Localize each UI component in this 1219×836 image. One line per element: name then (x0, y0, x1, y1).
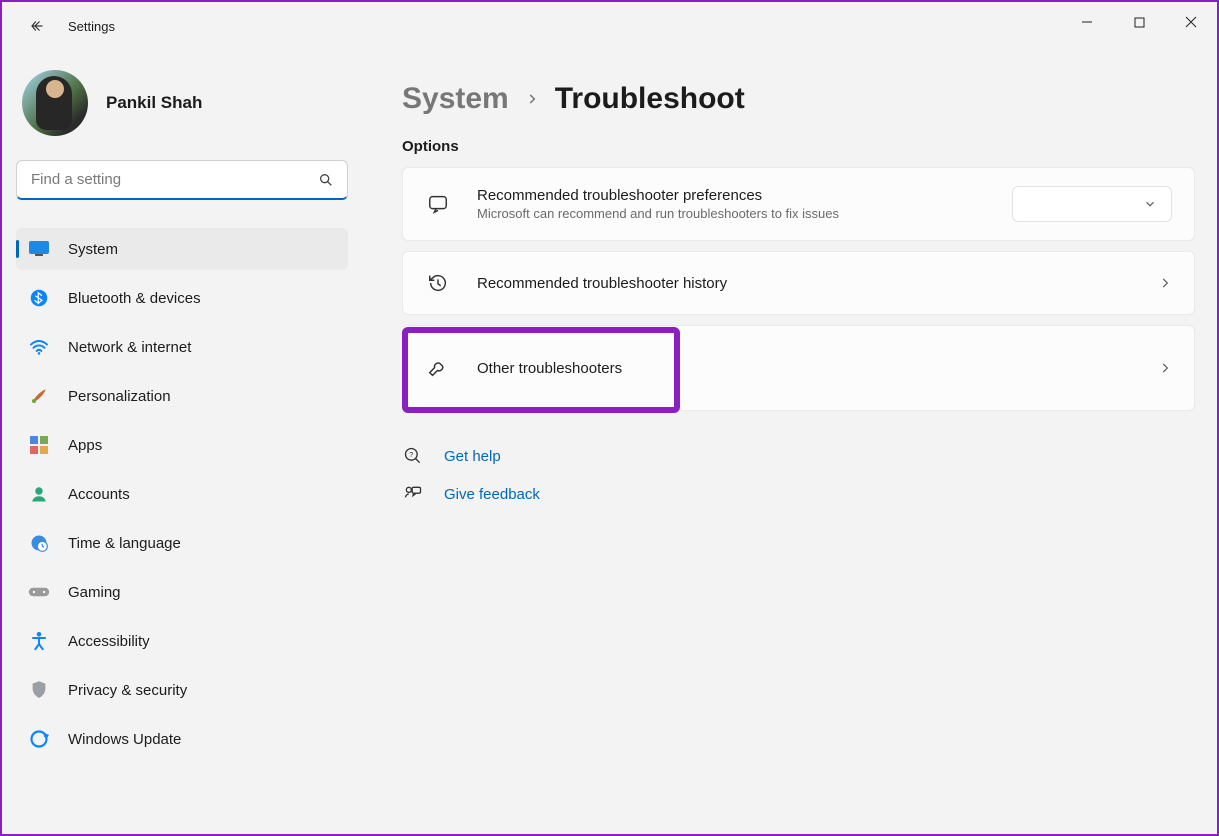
tooltip-icon (425, 191, 451, 217)
footer-links: ? Get help Give feedback (402, 445, 1195, 505)
search-input[interactable] (16, 160, 348, 200)
close-button[interactable] (1165, 2, 1217, 42)
bluetooth-icon (28, 287, 50, 309)
main-content: System Troubleshoot Options Recommended … (362, 50, 1217, 834)
sidebar-item-label: Accessibility (68, 633, 150, 650)
card-troubleshooter-history[interactable]: Recommended troubleshooter history (402, 251, 1195, 315)
card-subtitle: Microsoft can recommend and run troubles… (477, 206, 996, 221)
sidebar-item-label: Personalization (68, 388, 171, 405)
sidebar-item-label: Accounts (68, 486, 130, 503)
sidebar-item-label: Time & language (68, 535, 181, 552)
sidebar-item-system[interactable]: System (16, 228, 348, 270)
card-recommended-preferences[interactable]: Recommended troubleshooter preferences M… (402, 167, 1195, 241)
close-icon (1185, 16, 1197, 28)
sidebar-item-bluetooth[interactable]: Bluetooth & devices (16, 277, 348, 319)
minimize-button[interactable] (1061, 2, 1113, 42)
sidebar-item-label: System (68, 241, 118, 258)
clock-globe-icon (28, 532, 50, 554)
maximize-icon (1134, 17, 1145, 28)
preferences-dropdown[interactable] (1012, 186, 1172, 222)
maximize-button[interactable] (1113, 2, 1165, 42)
sidebar-item-label: Privacy & security (68, 682, 187, 699)
search-wrap (16, 160, 348, 200)
nav-list: System Bluetooth & devices Network & int… (16, 228, 348, 760)
breadcrumb-parent[interactable]: System (402, 82, 509, 116)
history-icon (425, 270, 451, 296)
breadcrumb: System Troubleshoot (402, 82, 1195, 116)
gamepad-icon (28, 581, 50, 603)
titlebar: Settings (2, 2, 1217, 50)
apps-icon (28, 434, 50, 456)
shield-icon (28, 679, 50, 701)
profile-name: Pankil Shah (106, 93, 202, 113)
help-icon: ? (402, 445, 424, 467)
monitor-icon (28, 238, 50, 260)
chevron-right-icon (1158, 276, 1172, 290)
breadcrumb-current: Troubleshoot (555, 82, 745, 116)
minimize-icon (1081, 16, 1093, 28)
profile-block[interactable]: Pankil Shah (16, 70, 348, 136)
chevron-down-icon (1143, 197, 1157, 211)
sidebar: Pankil Shah System Bluetooth & devices (2, 50, 362, 834)
sidebar-item-label: Network & internet (68, 339, 191, 356)
brush-icon (28, 385, 50, 407)
get-help-link[interactable]: ? Get help (402, 445, 1195, 467)
accessibility-icon (28, 630, 50, 652)
card-title: Recommended troubleshooter preferences (477, 187, 996, 204)
sidebar-item-privacy[interactable]: Privacy & security (16, 669, 348, 711)
sidebar-item-label: Windows Update (68, 731, 181, 748)
chevron-right-icon (525, 92, 539, 106)
sidebar-item-network[interactable]: Network & internet (16, 326, 348, 368)
chevron-right-icon (1158, 361, 1172, 375)
card-title: Recommended troubleshooter history (477, 275, 1142, 292)
link-label: Give feedback (444, 486, 540, 503)
search-icon (318, 172, 334, 188)
app-title: Settings (68, 19, 115, 34)
sidebar-item-label: Bluetooth & devices (68, 290, 201, 307)
sidebar-item-time[interactable]: Time & language (16, 522, 348, 564)
sidebar-item-accessibility[interactable]: Accessibility (16, 620, 348, 662)
link-label: Get help (444, 448, 501, 465)
svg-text:?: ? (409, 450, 413, 459)
sidebar-item-accounts[interactable]: Accounts (16, 473, 348, 515)
sidebar-item-gaming[interactable]: Gaming (16, 571, 348, 613)
give-feedback-link[interactable]: Give feedback (402, 483, 1195, 505)
update-icon (28, 728, 50, 750)
person-icon (28, 483, 50, 505)
feedback-icon (402, 483, 424, 505)
sidebar-item-label: Gaming (68, 584, 121, 601)
sidebar-item-update[interactable]: Windows Update (16, 718, 348, 760)
card-other-troubleshooters[interactable]: Other troubleshooters (402, 325, 1195, 411)
section-label: Options (402, 138, 1195, 155)
back-button[interactable] (22, 10, 54, 42)
sidebar-item-personalization[interactable]: Personalization (16, 375, 348, 417)
sidebar-item-label: Apps (68, 437, 102, 454)
wrench-icon (425, 355, 451, 381)
card-title: Other troubleshooters (477, 360, 1142, 377)
avatar (22, 70, 88, 136)
sidebar-item-apps[interactable]: Apps (16, 424, 348, 466)
wifi-icon (28, 336, 50, 358)
window-controls (1061, 2, 1217, 42)
